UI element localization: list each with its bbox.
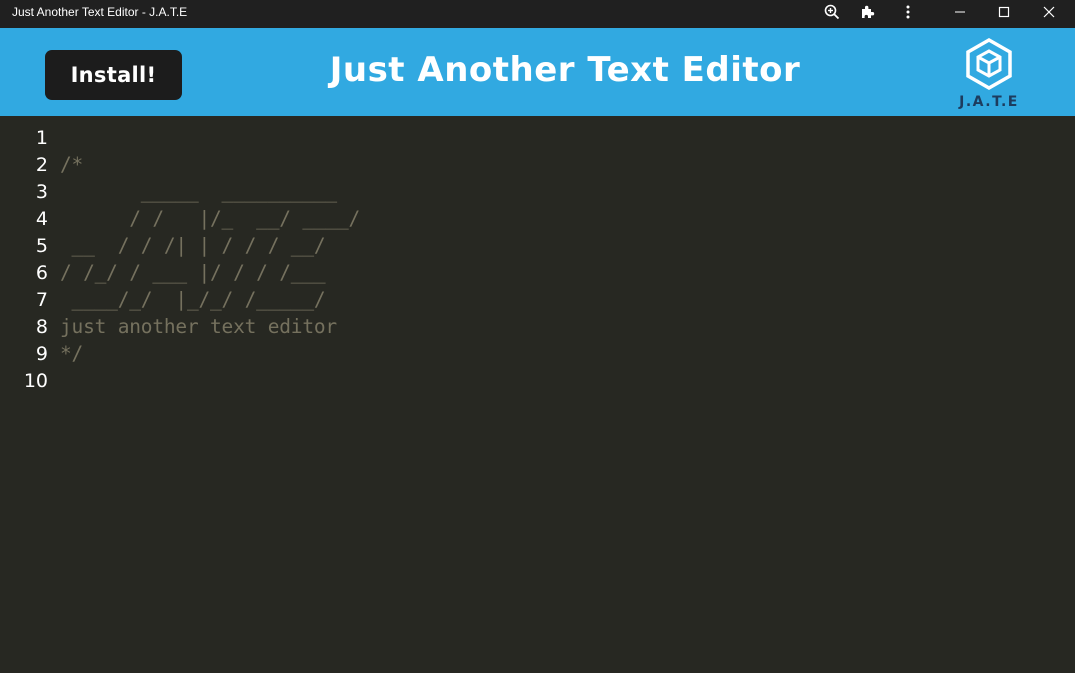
cube-logo-icon [966, 37, 1012, 91]
app-logo: J.A.T.E [950, 36, 1028, 114]
page-title: Just Another Text Editor [329, 50, 801, 90]
editor-line[interactable]: 5 __ / / /| | / / / __/ [0, 232, 1075, 259]
line-number: 8 [35, 315, 48, 338]
editor-line[interactable]: 3 _____ __________ [0, 178, 1075, 205]
editor-line[interactable]: 10 [0, 367, 1075, 394]
zoom-button[interactable] [814, 0, 850, 24]
line-text[interactable]: __ / / /| | / / / __/ [60, 234, 326, 257]
zoom-icon [824, 4, 840, 20]
close-icon [1043, 6, 1055, 18]
line-number: 10 [23, 369, 48, 392]
line-text[interactable]: ____/_/ |_/_/ /_____/ [60, 288, 326, 311]
code-editor[interactable]: 1 2/* 3 _____ __________ 4 / / |/_ __/ ____… [0, 116, 1075, 673]
line-number: 1 [35, 126, 48, 149]
extensions-button[interactable] [850, 0, 886, 24]
editor-line[interactable]: 7 ____/_/ |_/_/ /_____/ [0, 286, 1075, 313]
line-text[interactable]: _____ __________ [60, 180, 337, 203]
puzzle-icon [862, 5, 875, 18]
minimize-button[interactable] [940, 0, 980, 24]
line-number: 5 [35, 234, 48, 257]
editor-line[interactable]: 1 [0, 124, 1075, 151]
editor-line[interactable]: 4 / / |/_ __/ ____/ [0, 205, 1075, 232]
line-number: 4 [35, 207, 48, 230]
maximize-icon [998, 6, 1010, 18]
line-text[interactable]: */ [60, 342, 83, 365]
editor-line[interactable]: 8 just another text editor [0, 313, 1075, 340]
line-text[interactable]: just another text editor [60, 315, 337, 338]
line-text[interactable]: / /_/ / ___ |/ / / /___ [60, 261, 326, 284]
editor-line[interactable]: 9 */ [0, 340, 1075, 367]
line-text[interactable]: /* [60, 153, 83, 176]
line-number: 2 [35, 153, 48, 176]
minimize-icon [955, 11, 965, 13]
line-number: 7 [35, 288, 48, 311]
window-titlebar: Just Another Text Editor - J.A.T.E [0, 0, 1075, 28]
line-number: 9 [35, 342, 48, 365]
maximize-button[interactable] [984, 0, 1024, 24]
app-header: Install! Just Another Text Editor J.A.T.… [0, 28, 1075, 116]
editor-line[interactable]: 2 /* [0, 151, 1075, 178]
menu-button[interactable] [890, 0, 926, 24]
line-number: 6 [35, 261, 48, 284]
window-title: Just Another Text Editor - J.A.T.E [12, 5, 188, 19]
line-text[interactable]: / / |/_ __/ ____/ [60, 207, 360, 230]
line-number: 3 [35, 180, 48, 203]
logo-text: J.A.T.E [959, 94, 1019, 110]
editor-line[interactable]: 6 / /_/ / ___ |/ / / /___ [0, 259, 1075, 286]
more-vertical-icon [906, 5, 910, 19]
close-button[interactable] [1029, 0, 1069, 24]
